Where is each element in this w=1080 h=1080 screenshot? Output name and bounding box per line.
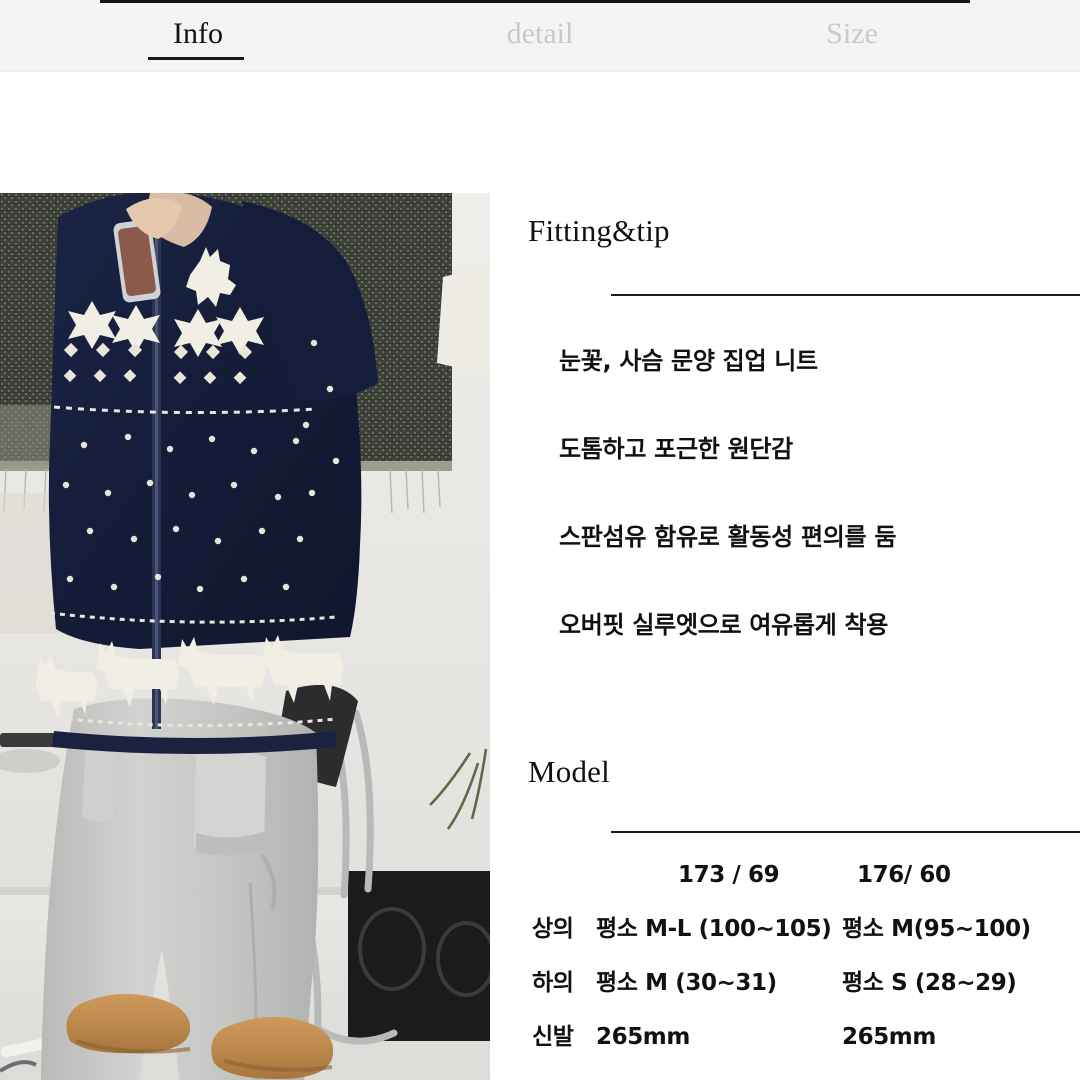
tab-detail[interactable]: detail: [440, 19, 640, 53]
fitting-tip-item-3: 스판섬유 함유로 활동성 편의를 둠: [559, 523, 897, 551]
table-row: 하의 평소 M (30~31) 평소 S (28~29): [490, 956, 1080, 1010]
fitting-tip-item-2: 도톰하고 포근한 원단감: [559, 435, 793, 463]
model-heading: Model: [528, 754, 610, 789]
model-row-bottom-value-2: 평소 S (28~29): [842, 969, 1017, 996]
fitting-tip-list: 눈꽃, 사슴 문양 집업 니트 도톰하고 포근한 원단감 스판섬유 함유로 활동…: [559, 349, 1080, 637]
product-photo[interactable]: [0, 193, 490, 1080]
model-row-shoes-value-1: 265mm: [596, 1023, 690, 1050]
table-row: 신발 265mm 265mm: [490, 1010, 1080, 1064]
model-row-top-value-1: 평소 M-L (100~105): [596, 915, 832, 942]
model-table-header-row: 173 / 69 176/ 60: [490, 848, 1080, 902]
fitting-tip-rule: [611, 294, 1080, 296]
model-table-header-model-1: 173 / 69: [678, 861, 780, 888]
model-row-shoes-value-2: 265mm: [842, 1023, 936, 1050]
model-row-top-value-2: 평소 M(95~100): [842, 915, 1031, 942]
model-row-bottom-label: 하의: [532, 969, 574, 996]
fitting-tip-item-1: 눈꽃, 사슴 문양 집업 니트: [559, 347, 818, 375]
model-table: 173 / 69 176/ 60 상의 평소 M-L (100~105) 평소 …: [490, 848, 1080, 1064]
fitting-tip-item-4: 오버핏 실루엣으로 여유롭게 착용: [559, 611, 889, 639]
model-row-top-label: 상의: [532, 915, 574, 942]
model-rule: [611, 831, 1080, 833]
model-row-shoes-label: 신발: [532, 1023, 574, 1050]
tab-info[interactable]: Info: [108, 19, 288, 53]
model-row-bottom-value-1: 평소 M (30~31): [596, 969, 777, 996]
fitting-tip-heading: Fitting&tip: [528, 213, 670, 248]
active-tab-underline: [148, 57, 244, 60]
product-info-column: Fitting&tip 눈꽃, 사슴 문양 집업 니트 도톰하고 포근한 원단감…: [490, 193, 1080, 1080]
tab-list: Info detail Size: [0, 0, 1080, 72]
tab-size[interactable]: Size: [762, 19, 942, 53]
tab-bar: Info detail Size: [0, 0, 1080, 72]
table-row: 상의 평소 M-L (100~105) 평소 M(95~100): [490, 902, 1080, 956]
product-detail-page: Info detail Size Fitting&tip 눈꽃, 사슴 문양 집…: [0, 0, 1080, 1080]
model-table-header-model-2: 176/ 60: [857, 861, 951, 888]
